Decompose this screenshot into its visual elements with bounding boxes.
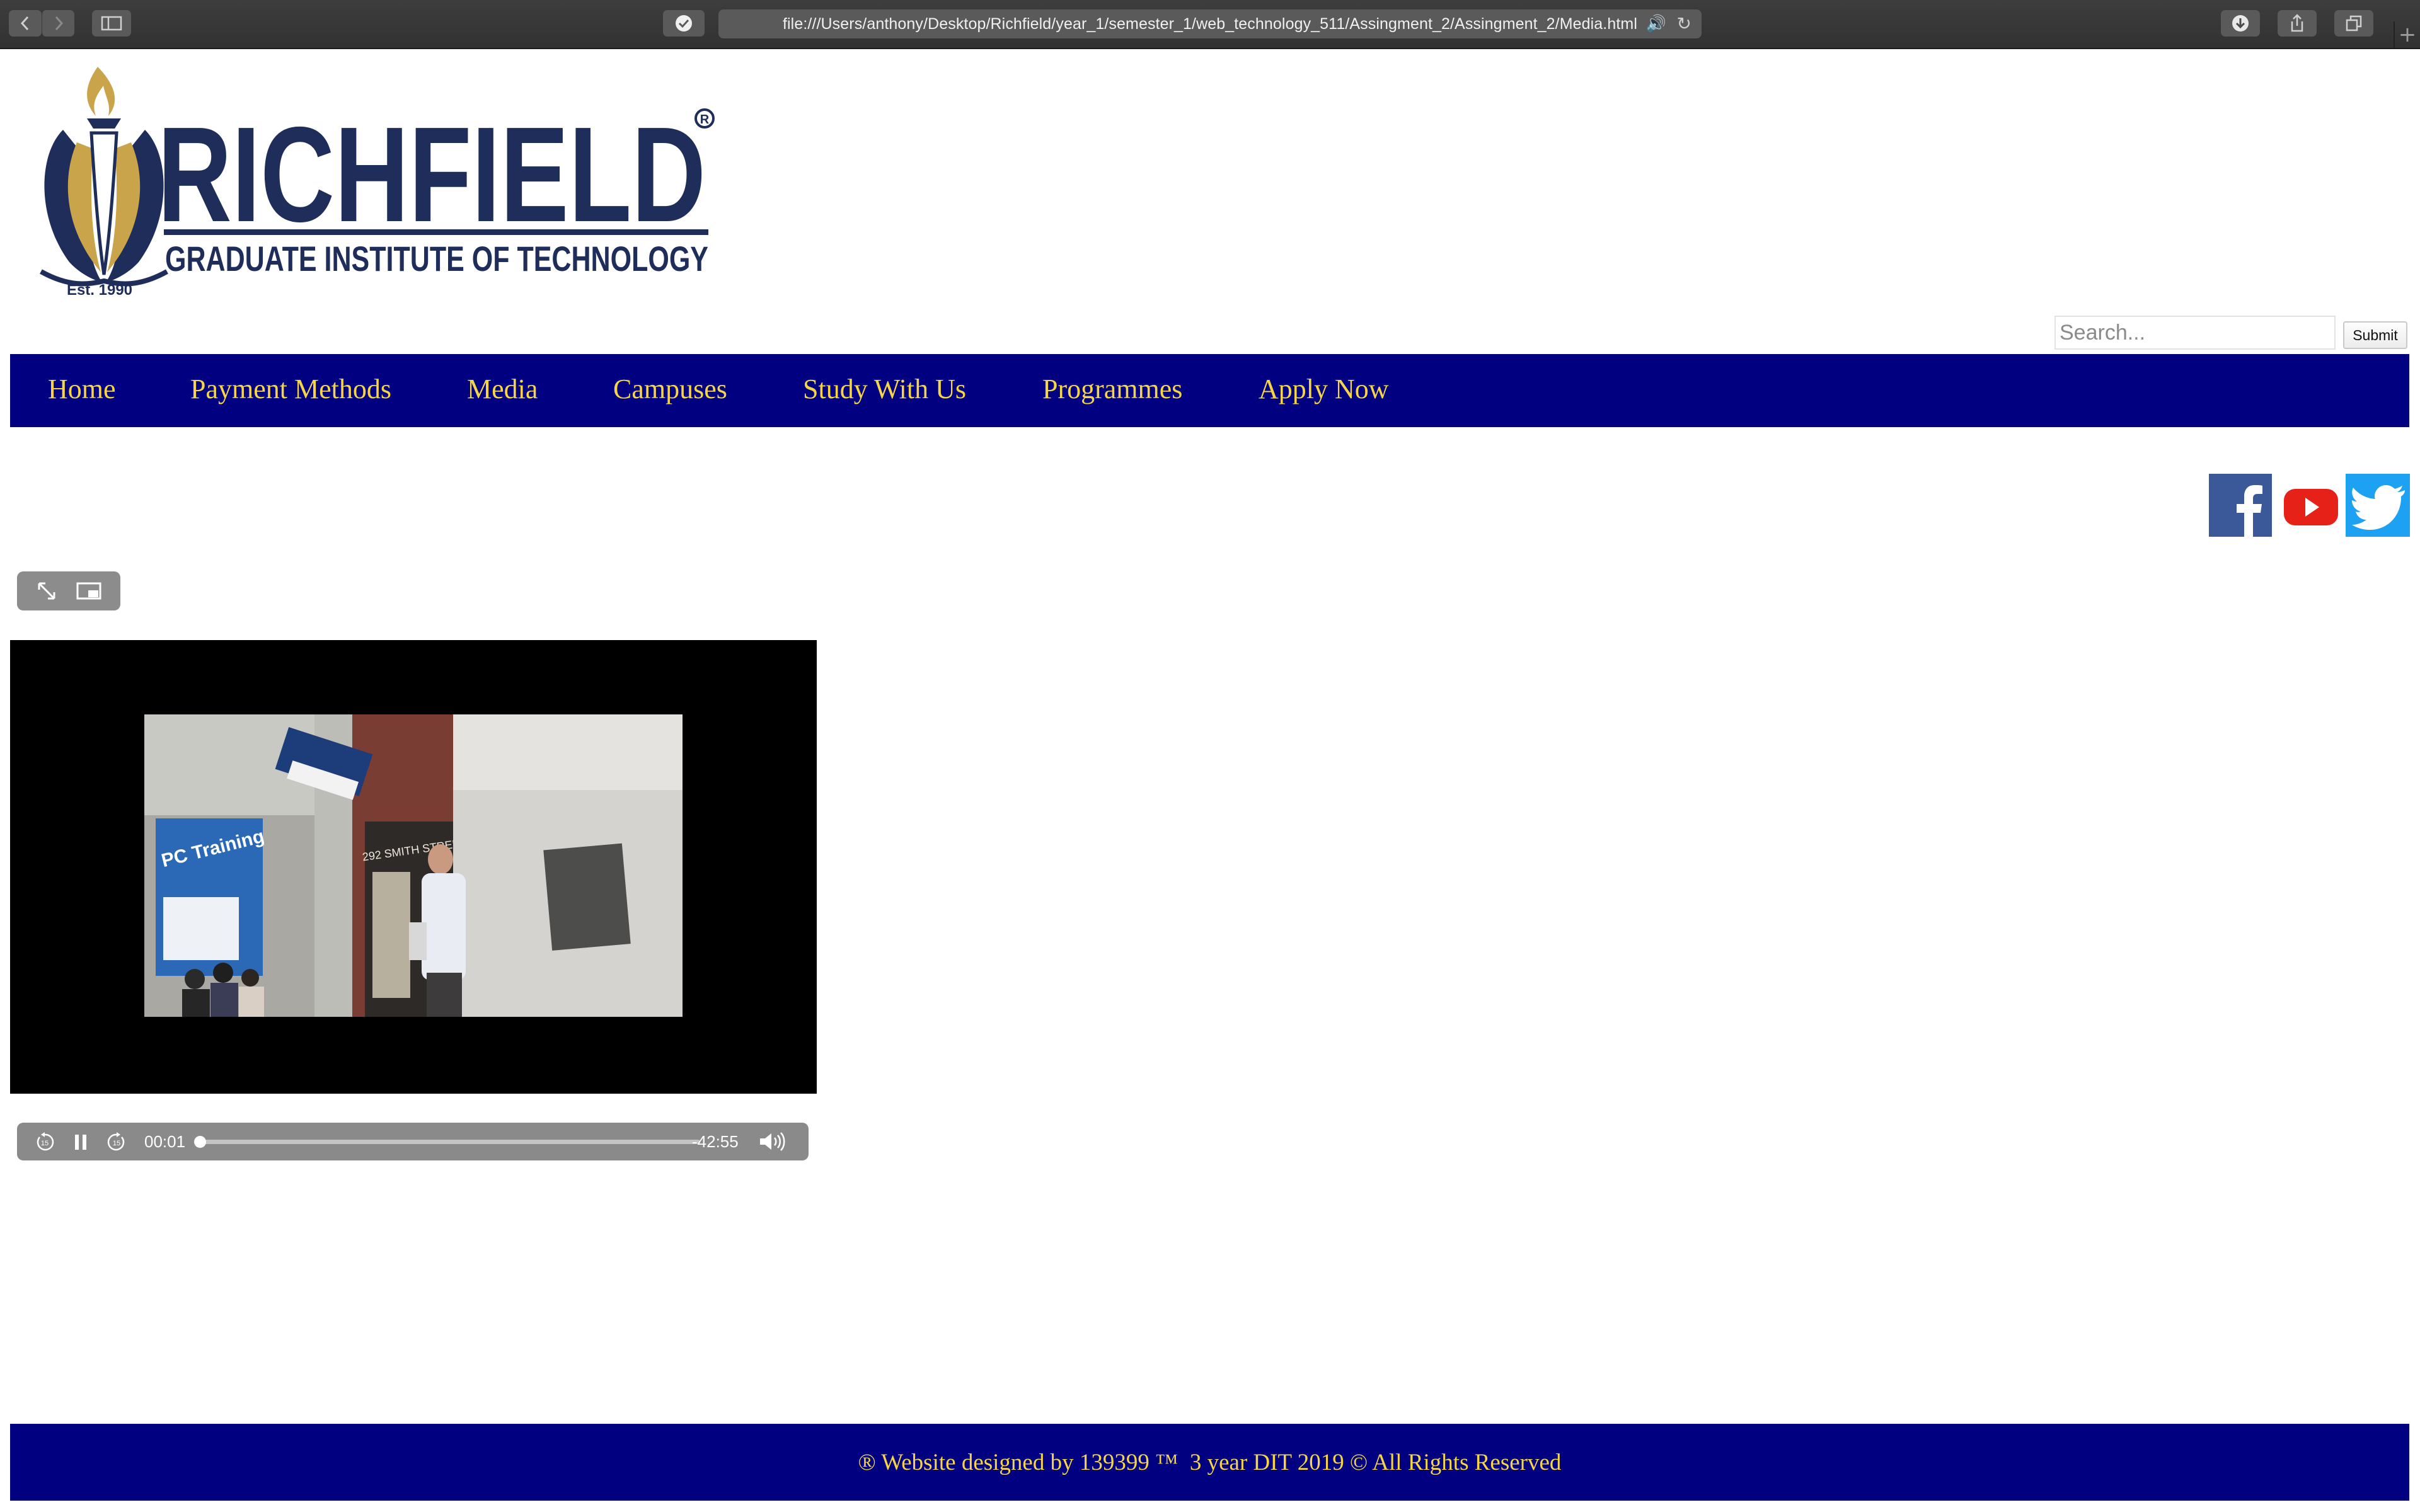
volume-icon[interactable] — [758, 1131, 786, 1152]
registered-mark: R — [700, 113, 710, 127]
logo-established: Est. 1990 — [67, 282, 132, 299]
remaining-time: -42:55 — [692, 1132, 739, 1151]
submit-button[interactable]: Submit — [2343, 321, 2407, 349]
page-footer: ® Website designed by 139399 ™ 3 year DI… — [10, 1424, 2409, 1501]
chevron-left-icon — [20, 16, 29, 31]
nav-item-programmes[interactable]: Programmes — [1042, 373, 1182, 405]
forward-button[interactable] — [42, 10, 74, 37]
sidebar-button[interactable] — [92, 10, 131, 37]
progress-knob[interactable] — [194, 1136, 207, 1148]
svg-text:15: 15 — [41, 1140, 49, 1147]
search-input[interactable] — [2054, 316, 2336, 350]
video-player[interactable]: PC Training 292 SMITH STREET — [10, 640, 817, 1094]
skip-forward-15-icon[interactable]: 15 — [105, 1131, 128, 1154]
picture-in-picture-icon[interactable] — [76, 581, 102, 601]
logo-tagline: GRADUATE INSTITUTE OF TECHNOLOGY — [165, 239, 708, 278]
logo-wordmark: RICHFIELD — [158, 98, 706, 250]
twitter-icon[interactable] — [2346, 474, 2410, 537]
nav-item-home[interactable]: Home — [48, 373, 116, 405]
nav-item-media[interactable]: Media — [467, 373, 538, 405]
nav-item-study-with-us[interactable]: Study With Us — [803, 373, 966, 405]
chevron-right-icon — [55, 16, 63, 31]
richfield-logo: RICHFIELD R GRADUATE INSTITUTE OF TECHNO… — [40, 67, 715, 299]
back-button[interactable] — [9, 10, 42, 37]
privacy-report-button[interactable] — [663, 10, 705, 37]
progress-slider[interactable] — [194, 1136, 700, 1148]
downloads-button[interactable] — [2221, 10, 2260, 37]
youtube-icon[interactable] — [2283, 474, 2339, 537]
skip-back-15-icon[interactable]: 15 — [33, 1131, 56, 1154]
current-time: 00:01 — [144, 1132, 186, 1151]
footer-text: ® Website designed by 139399 ™ 3 year DI… — [858, 1449, 1562, 1475]
facebook-icon[interactable] — [2209, 474, 2272, 537]
tabs-icon — [2346, 15, 2362, 32]
tabs-overview-button[interactable] — [2334, 10, 2373, 37]
shield-check-icon — [676, 15, 692, 32]
nav-item-campuses[interactable]: Campuses — [613, 373, 727, 405]
new-tab-button[interactable]: + — [2394, 21, 2420, 48]
video-controls-bar: 15 15 00:01 -42:55 — [17, 1123, 809, 1160]
nav-item-apply-now[interactable]: Apply Now — [1259, 373, 1389, 405]
main-nav: Home Payment Methods Media Campuses Stud… — [10, 354, 2409, 427]
fullscreen-icon[interactable] — [35, 580, 58, 602]
video-top-controls — [17, 571, 120, 610]
reload-icon[interactable]: ↻ — [1676, 13, 1691, 34]
download-icon — [2232, 15, 2249, 32]
share-icon — [2291, 14, 2303, 32]
share-button[interactable] — [2278, 10, 2317, 37]
svg-text:15: 15 — [113, 1140, 120, 1147]
url-text: file:///Users/anthony/Desktop/Richfield/… — [782, 14, 1637, 33]
browser-toolbar: file:///Users/anthony/Desktop/Richfield/… — [0, 0, 2420, 49]
video-frame-image: PC Training 292 SMITH STREET — [144, 714, 683, 1017]
pause-icon[interactable] — [71, 1131, 90, 1153]
address-bar[interactable]: file:///Users/anthony/Desktop/Richfield/… — [718, 9, 1702, 38]
nav-item-payment-methods[interactable]: Payment Methods — [190, 373, 391, 405]
sidebar-icon — [101, 16, 122, 31]
speaker-icon[interactable]: 🔊 — [1646, 14, 1666, 33]
